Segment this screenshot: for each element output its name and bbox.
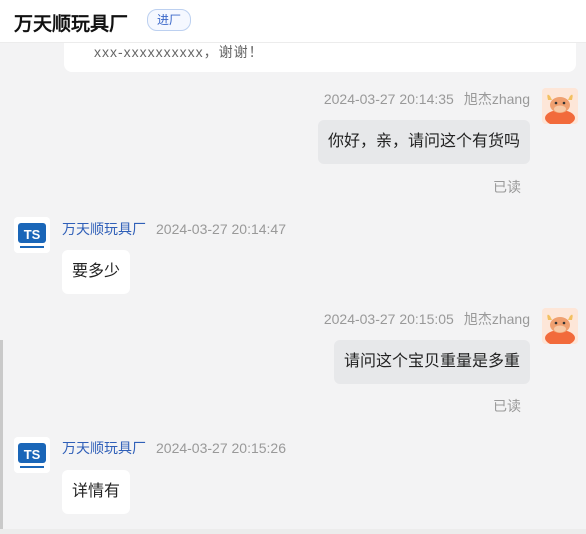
- message-time: 2024-03-27 20:15:26: [156, 440, 286, 456]
- chat-bubble[interactable]: 要多少: [62, 250, 131, 294]
- shop-logo-avatar[interactable]: TS: [14, 217, 50, 253]
- message-time: 2024-03-27 20:15:05: [323, 311, 454, 327]
- message-meta: 2024-03-27 20:15:05 旭杰zhang: [324, 309, 530, 329]
- message-meta: 2024-03-27 20:14:35 旭杰zhang: [324, 89, 530, 109]
- scroll-indicator: [0, 340, 3, 534]
- message-text: 请问这个宝贝重量是多重: [343, 353, 520, 370]
- chat-header: 万天顺玩具厂 进厂: [0, 0, 586, 43]
- message-text: 详情有: [72, 483, 121, 500]
- sender-name[interactable]: 万天顺玩具厂: [62, 440, 146, 456]
- sender-name[interactable]: 万天顺玩具厂: [62, 221, 146, 237]
- svg-text:TS: TS: [24, 227, 41, 242]
- input-area-divider: [0, 529, 586, 534]
- svg-text:TS: TS: [24, 447, 41, 462]
- shop-logo-avatar[interactable]: TS: [14, 437, 50, 473]
- message-time: 2024-03-27 20:14:35: [323, 91, 454, 107]
- previous-message-text: xxx-xxxxxxxxxx，谢谢！: [94, 44, 264, 60]
- message-text: 要多少: [72, 263, 121, 280]
- user-cow-avatar[interactable]: [542, 88, 578, 124]
- enter-factory-badge[interactable]: 进厂: [147, 9, 192, 31]
- user-cow-avatar[interactable]: [542, 308, 578, 344]
- sender-name[interactable]: 旭杰zhang: [464, 311, 530, 327]
- shop-logo-icon: TS: [14, 217, 50, 253]
- message-meta: 万天顺玩具厂 2024-03-27 20:15:26: [62, 438, 286, 458]
- chat-bubble[interactable]: 详情有: [62, 470, 131, 514]
- shop-name-title[interactable]: 万天顺玩具厂: [14, 9, 128, 36]
- message-time: 2024-03-27 20:14:47: [156, 221, 286, 237]
- cow-icon: [542, 308, 578, 344]
- sender-name[interactable]: 旭杰zhang: [464, 91, 530, 107]
- chat-bubble[interactable]: 请问这个宝贝重量是多重: [333, 340, 530, 384]
- message-meta: 万天顺玩具厂 2024-03-27 20:14:47: [62, 219, 286, 239]
- shop-logo-icon: TS: [14, 437, 50, 473]
- cow-icon: [542, 88, 578, 124]
- message-text: 你好，亲，请问这个有货吗: [327, 133, 520, 150]
- read-status: 已读: [493, 398, 521, 414]
- read-status: 已读: [493, 179, 521, 195]
- chat-bubble[interactable]: 你好，亲，请问这个有货吗: [317, 120, 530, 164]
